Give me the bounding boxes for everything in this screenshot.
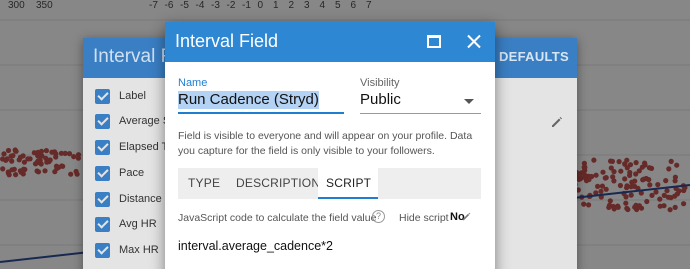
tab-description[interactable]: DESCRIPTION xyxy=(236,168,320,199)
caret-down-icon xyxy=(464,99,474,104)
edit-pencil-icon[interactable] xyxy=(462,212,471,221)
defaults-button[interactable]: DEFAULTS xyxy=(499,49,569,64)
field-checkbox-label: Distance xyxy=(119,193,162,205)
field-checkbox-row[interactable]: Distance xyxy=(95,189,162,209)
name-input-selected-text[interactable]: Run Cadence (Stryd) xyxy=(178,91,319,109)
checkbox-checked[interactable] xyxy=(95,242,110,258)
tab-bar: TYPE DESCRIPTION SCRIPT xyxy=(178,168,481,199)
checkbox-checked[interactable] xyxy=(95,88,110,104)
tab-type[interactable]: TYPE xyxy=(188,168,222,199)
maximize-icon[interactable] xyxy=(427,35,441,48)
field-checkbox-row[interactable]: Label xyxy=(95,86,146,106)
close-icon[interactable] xyxy=(466,34,481,49)
field-checkbox-label: Label xyxy=(119,90,146,102)
checkbox-checked[interactable] xyxy=(95,113,110,129)
visibility-select[interactable]: Public xyxy=(360,91,481,114)
checkbox-checked[interactable] xyxy=(95,139,110,155)
field-checkbox-row[interactable]: Max HR xyxy=(95,240,159,260)
field-checkbox-label: Pace xyxy=(119,167,145,179)
field-checkbox-row[interactable]: Avg HR xyxy=(95,214,157,234)
field-checkbox-row[interactable]: Pace xyxy=(95,163,144,183)
script-caption: JavaScript code to calculate the field v… xyxy=(178,212,377,224)
name-label: Name xyxy=(178,77,208,89)
checkbox-checked[interactable] xyxy=(95,216,110,232)
field-checkbox-label: Max HR xyxy=(119,244,159,256)
visibility-help-text: Field is visible to everyone and will ap… xyxy=(178,130,473,157)
dialog-title: Interval Field xyxy=(175,31,279,51)
edit-pencil-icon[interactable] xyxy=(551,116,563,128)
tab-script[interactable]: SCRIPT xyxy=(318,168,378,199)
interval-field-dialog: Interval Field Name Run Cadence (Stryd) … xyxy=(165,22,495,269)
dialog-header: Interval Field xyxy=(165,22,495,62)
checkbox-checked[interactable] xyxy=(95,165,110,181)
hide-script-label: Hide script xyxy=(399,212,449,224)
checkbox-checked[interactable] xyxy=(95,191,110,207)
field-checkbox-label: Avg HR xyxy=(119,218,157,230)
help-icon[interactable]: ? xyxy=(372,210,385,223)
script-code-editor[interactable]: interval.average_cadence*2 xyxy=(178,239,333,253)
visibility-value: Public xyxy=(360,91,401,108)
visibility-label: Visibility xyxy=(360,77,400,89)
